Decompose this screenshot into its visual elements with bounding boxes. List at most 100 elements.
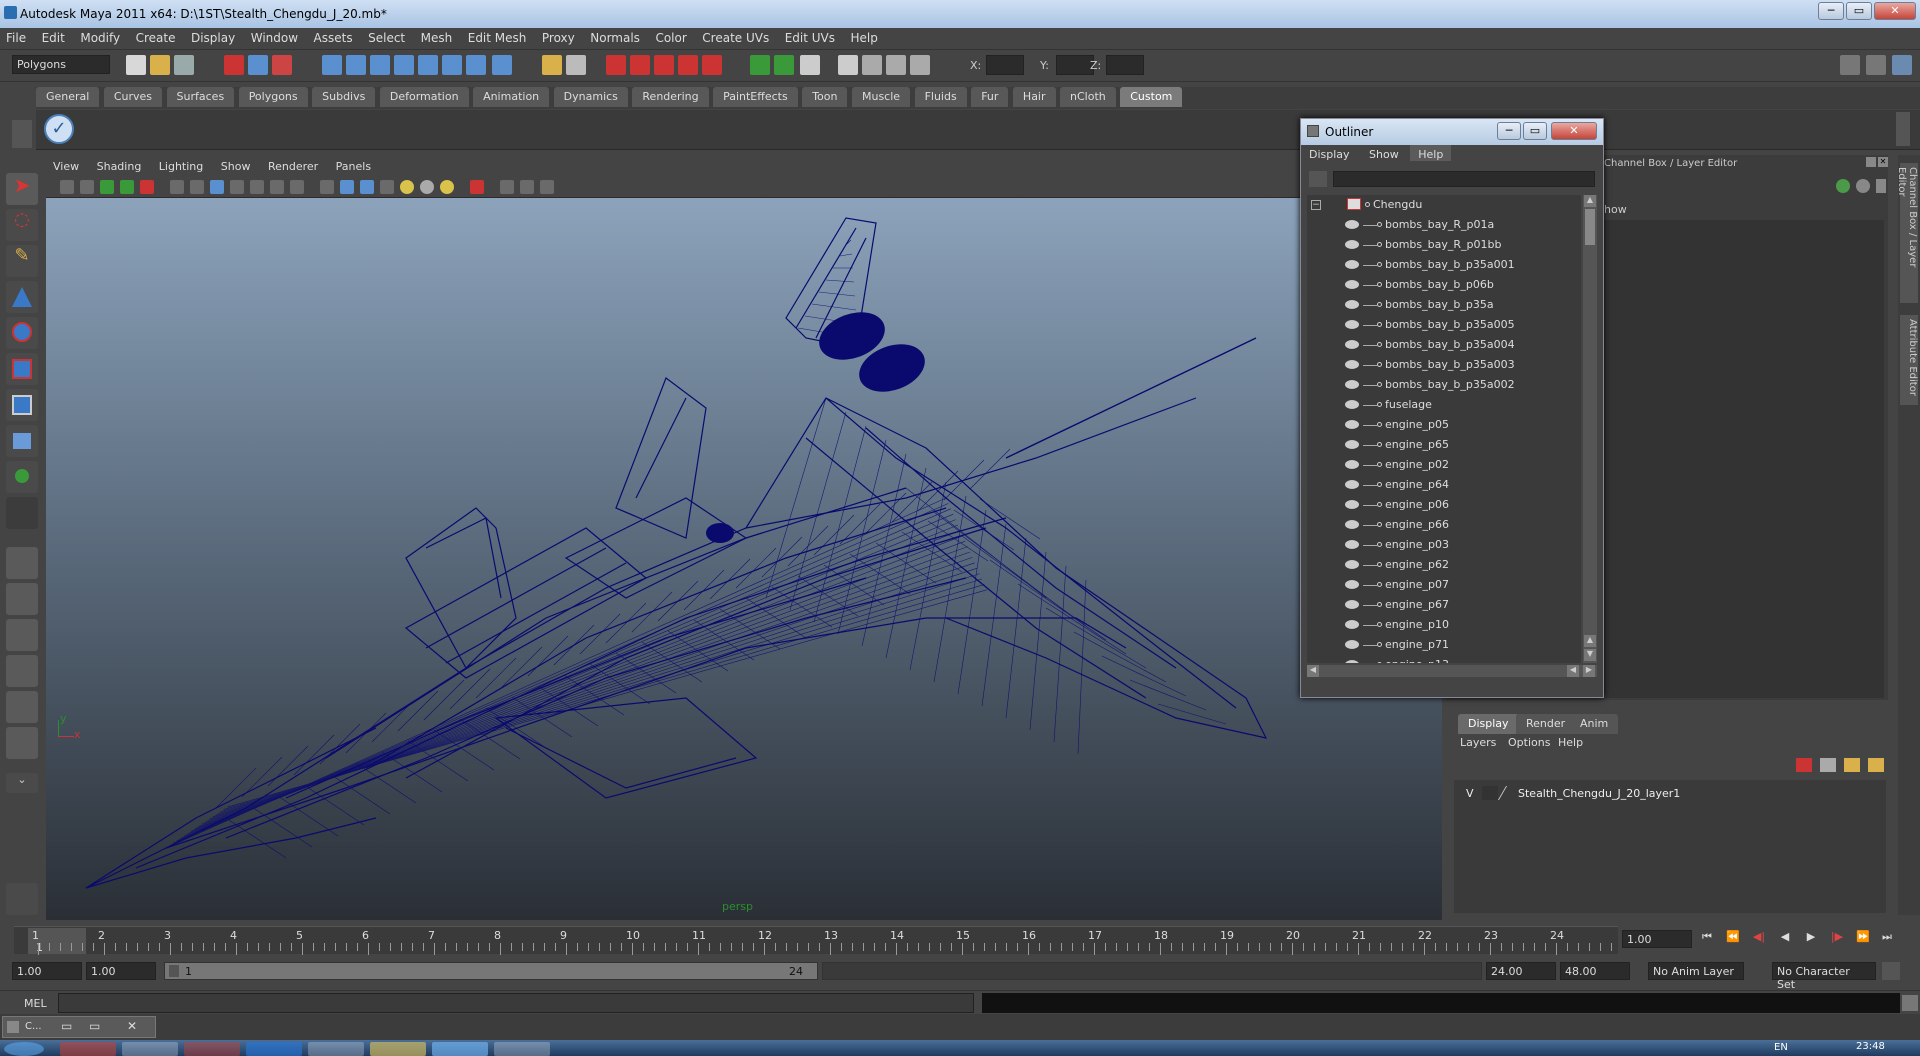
snap-point-icon[interactable]: [370, 55, 390, 75]
menu-modify[interactable]: Modify: [74, 28, 126, 45]
isolate-select-icon[interactable]: [470, 180, 484, 194]
bookmarks-icon[interactable]: [100, 180, 114, 194]
soft-modification-icon[interactable]: [6, 425, 38, 457]
auto-key-icon[interactable]: [1882, 962, 1900, 980]
shelf-tab-painteffects[interactable]: PaintEffects: [713, 87, 798, 107]
taskbar-app2-icon[interactable]: [122, 1042, 178, 1056]
scale-tool-icon[interactable]: [6, 353, 38, 385]
start-button[interactable]: [4, 1042, 44, 1056]
outliner-close-button[interactable]: ✕: [1551, 122, 1597, 140]
menu-create-uvs[interactable]: Create UVs: [696, 28, 775, 45]
render-current-icon[interactable]: [678, 55, 698, 75]
outliner-item[interactable]: engine_p62: [1307, 555, 1581, 575]
taskbar-maya-icon[interactable]: [494, 1042, 550, 1056]
toggle-tool-settings-icon[interactable]: [1866, 55, 1886, 75]
outliner-item[interactable]: bombs_bay_b_p06b: [1307, 275, 1581, 295]
close-button[interactable]: ✕: [1874, 2, 1916, 20]
input-ops-icon[interactable]: [606, 55, 626, 75]
taskbar-browser-icon[interactable]: [60, 1042, 116, 1056]
render-settings-icon[interactable]: [750, 55, 770, 75]
outliner-minimize-button[interactable]: ─: [1497, 122, 1521, 140]
vp-menu-lighting[interactable]: Lighting: [152, 158, 210, 173]
outliner-item[interactable]: engine_p64: [1307, 475, 1581, 495]
move-down-layer-icon[interactable]: [1868, 758, 1884, 772]
vp-menu-show[interactable]: Show: [214, 158, 258, 173]
shelf-tab-curves[interactable]: Curves: [103, 87, 163, 107]
construction-history-icon[interactable]: [654, 55, 674, 75]
shelf-menu-icon[interactable]: [12, 120, 32, 148]
animation-end-field[interactable]: 48.00: [1560, 962, 1630, 980]
menu-window[interactable]: Window: [245, 28, 304, 45]
layout-options-icon[interactable]: ⌄: [6, 773, 38, 793]
character-set-dropdown[interactable]: No Character Set: [1772, 962, 1876, 991]
quick-layout-icon[interactable]: [6, 883, 38, 915]
select-object-icon[interactable]: [248, 55, 268, 75]
outliner-tree[interactable]: − Chengdu bombs_bay_R_p01a bombs_bay_R_p…: [1307, 195, 1581, 663]
float-icon[interactable]: [1866, 157, 1876, 167]
channel-list[interactable]: [1594, 220, 1884, 698]
scroll-left-icon[interactable]: ◀: [1307, 665, 1319, 677]
hypershade-icon[interactable]: [774, 55, 794, 75]
menu-edit-uvs[interactable]: Edit UVs: [779, 28, 841, 45]
new-layer-icon[interactable]: [1820, 758, 1836, 772]
menu-mesh[interactable]: Mesh: [415, 28, 459, 45]
toggle-attribute-editor-icon[interactable]: [1840, 55, 1860, 75]
menu-create[interactable]: Create: [130, 28, 182, 45]
clipboard-icon[interactable]: [800, 55, 820, 75]
layer-tab-anim[interactable]: Anim: [1570, 714, 1619, 734]
shelf-scroll[interactable]: [1896, 112, 1910, 146]
outliner-item[interactable]: engine_p66: [1307, 515, 1581, 535]
wireframe-icon[interactable]: [320, 180, 334, 194]
xray-joints-icon[interactable]: [520, 180, 534, 194]
four-view-layout-icon[interactable]: [6, 583, 38, 615]
shelf-tab-toon[interactable]: Toon: [802, 87, 848, 107]
play-forwards-button[interactable]: ▶: [1800, 930, 1822, 944]
outliner-item[interactable]: fuselage: [1307, 395, 1581, 415]
shelf-tab-muscle[interactable]: Muscle: [851, 87, 911, 107]
camera-icon[interactable]: [862, 55, 882, 75]
scroll-up-bottom-icon[interactable]: ▲: [1584, 635, 1596, 647]
anim-layer-dropdown[interactable]: No Anim Layer: [1648, 962, 1744, 980]
jet-wireframe-model[interactable]: [46, 198, 1442, 920]
playback-start-field[interactable]: 1.00: [86, 962, 156, 980]
select-tool-icon[interactable]: ➤: [6, 173, 38, 205]
shelf-tab-hair[interactable]: Hair: [1012, 87, 1056, 107]
go-to-end-button[interactable]: ⏭: [1876, 930, 1898, 944]
select-component-icon[interactable]: [272, 55, 292, 75]
z-field[interactable]: [1106, 55, 1144, 75]
layer-menu-layers[interactable]: Layers: [1460, 736, 1496, 749]
menu-edit[interactable]: Edit: [36, 28, 71, 45]
outliner-item[interactable]: bombs_bay_b_p35a001: [1307, 255, 1581, 275]
go-to-start-button[interactable]: ⏮: [1696, 930, 1718, 944]
new-scene-icon[interactable]: [126, 55, 146, 75]
layer-tab-render[interactable]: Render: [1516, 714, 1576, 734]
outliner-filter-icon[interactable]: [1309, 171, 1327, 187]
outliner-menu-help[interactable]: Help: [1410, 145, 1452, 161]
shelf-tab-rendering[interactable]: Rendering: [632, 87, 709, 107]
tab-channel-box-layer-editor[interactable]: Channel Box / Layer Editor: [1896, 163, 1918, 303]
lasso-tool-icon[interactable]: ◌: [6, 209, 38, 241]
range-bar[interactable]: 1 24: [164, 962, 818, 980]
show-hide-icon[interactable]: [838, 55, 858, 75]
mel-label[interactable]: MEL: [24, 997, 47, 1010]
shelf-tab-deformation[interactable]: Deformation: [379, 87, 469, 107]
layer-visibility-toggle[interactable]: V: [1466, 787, 1474, 800]
shelf-tab-polygons[interactable]: Polygons: [238, 87, 308, 107]
outliner-root-row[interactable]: − Chengdu: [1307, 195, 1581, 215]
gate-mask-icon[interactable]: [230, 180, 244, 194]
channel-settings-icon[interactable]: [1836, 179, 1850, 193]
shelf-tab-surfaces[interactable]: Surfaces: [166, 87, 235, 107]
scroll-up-icon[interactable]: ▲: [1584, 195, 1596, 207]
safe-title-icon[interactable]: [290, 180, 304, 194]
select-highlight-icon[interactable]: [566, 55, 586, 75]
step-back-frame-button[interactable]: ◀|: [1748, 930, 1770, 944]
outliner-maximize-button[interactable]: ▭: [1523, 122, 1547, 140]
step-forward-frame-button[interactable]: |▶: [1826, 930, 1848, 944]
vp-menu-shading[interactable]: Shading: [90, 158, 149, 173]
select-camera-icon[interactable]: [60, 180, 74, 194]
outliner-item[interactable]: bombs_bay_b_p35a002: [1307, 375, 1581, 395]
save-scene-icon[interactable]: [174, 55, 194, 75]
range-start-handle[interactable]: [169, 965, 179, 977]
shelf-tab-dynamics[interactable]: Dynamics: [553, 87, 628, 107]
scroll-down-icon[interactable]: ▼: [1584, 649, 1596, 661]
